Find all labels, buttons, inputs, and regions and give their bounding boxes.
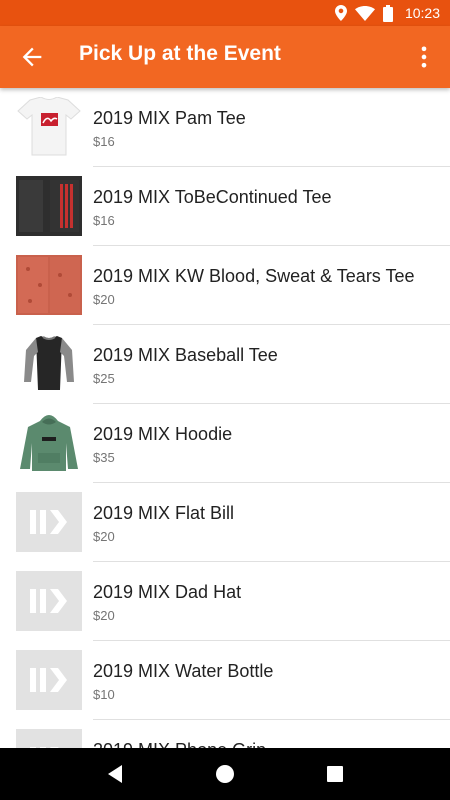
raglan-tee-thumbnail bbox=[24, 336, 74, 390]
recents-square-icon bbox=[327, 766, 343, 782]
more-vert-icon[interactable] bbox=[410, 43, 438, 71]
product-row[interactable]: 2019 MIX ToBeContinued Tee $16 bbox=[0, 167, 450, 246]
product-price: $35 bbox=[93, 450, 115, 465]
product-list: 2019 MIX Pam Tee $16 2019 MIX ToBeContin… bbox=[0, 88, 450, 748]
product-price: $20 bbox=[93, 292, 115, 307]
product-price: $10 bbox=[93, 687, 115, 702]
white-tee-thumbnail bbox=[17, 97, 81, 156]
product-row[interactable]: 2019 MIX KW Blood, Sweat & Tears Tee $20 bbox=[0, 246, 450, 325]
product-name: 2019 MIX Water Bottle bbox=[93, 661, 274, 681]
location-icon bbox=[334, 5, 347, 21]
back-arrow-icon[interactable] bbox=[18, 43, 46, 71]
product-price: $25 bbox=[93, 371, 115, 386]
product-name: 2019 MIX ToBeContinued Tee bbox=[93, 187, 332, 207]
product-name: 2019 MIX Baseball Tee bbox=[93, 345, 278, 365]
product-name: 2019 MIX KW Blood, Sweat & Tears Tee bbox=[93, 266, 415, 286]
nav-back-button[interactable] bbox=[103, 762, 127, 786]
product-row[interactable]: 2019 MIX Hoodie $35 bbox=[0, 404, 450, 483]
product-row[interactable]: 2019 MIX Pam Tee $16 bbox=[0, 88, 450, 167]
product-name: 2019 MIX Phone Grip bbox=[93, 740, 266, 748]
product-name: 2019 MIX Hoodie bbox=[93, 424, 233, 444]
product-row[interactable]: 2019 MIX Phone Grip bbox=[0, 720, 450, 748]
nav-recents-button[interactable] bbox=[323, 762, 347, 786]
placeholder-logo-thumbnail bbox=[16, 729, 82, 748]
product-price: $16 bbox=[93, 134, 115, 149]
back-triangle-icon bbox=[108, 765, 122, 783]
status-bar: 10:23 bbox=[0, 0, 450, 26]
nav-home-button[interactable] bbox=[213, 762, 237, 786]
product-row[interactable]: 2019 MIX Water Bottle $10 bbox=[0, 641, 450, 720]
placeholder-logo-thumbnail bbox=[16, 571, 82, 631]
wifi-icon bbox=[354, 5, 375, 21]
home-circle-icon bbox=[216, 765, 234, 783]
system-nav-bar bbox=[0, 748, 450, 800]
red-tee-thumbnail bbox=[16, 255, 82, 315]
product-name: 2019 MIX Flat Bill bbox=[93, 503, 235, 523]
product-row[interactable]: 2019 MIX Baseball Tee $25 bbox=[0, 325, 450, 404]
placeholder-logo-thumbnail bbox=[16, 492, 82, 552]
battery-icon bbox=[382, 4, 393, 22]
product-price: $20 bbox=[93, 608, 115, 623]
app-bar: Pick Up at the Event bbox=[0, 26, 450, 88]
product-row[interactable]: 2019 MIX Dad Hat $20 bbox=[0, 562, 450, 641]
product-price: $16 bbox=[93, 213, 115, 228]
product-row[interactable]: 2019 MIX Flat Bill $20 bbox=[0, 483, 450, 562]
status-time: 10:23 bbox=[404, 5, 440, 21]
page-title: Pick Up at the Event bbox=[79, 42, 281, 65]
black-tee-thumbnail bbox=[16, 176, 82, 236]
product-name: 2019 MIX Dad Hat bbox=[93, 582, 242, 602]
product-price: $20 bbox=[93, 529, 115, 544]
placeholder-logo-thumbnail bbox=[16, 650, 82, 710]
green-hoodie-thumbnail bbox=[20, 415, 78, 471]
product-name: 2019 MIX Pam Tee bbox=[93, 108, 246, 128]
